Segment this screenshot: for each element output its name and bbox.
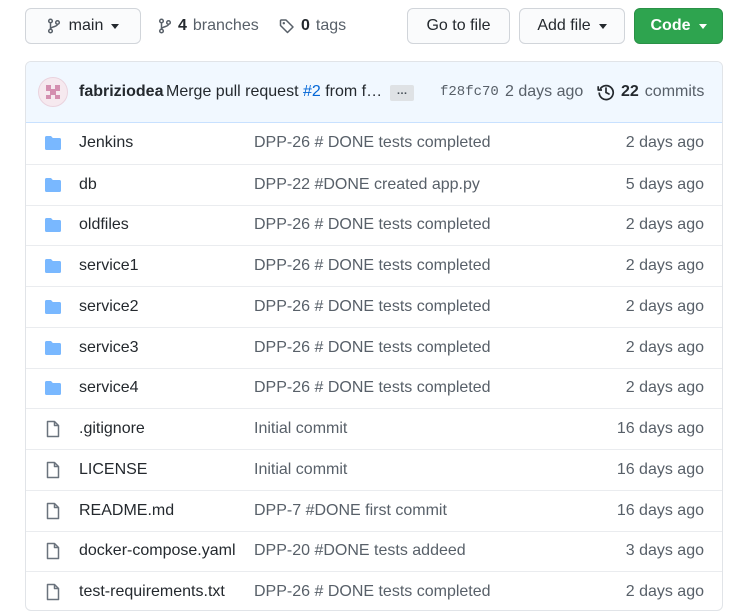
commit-message-suffix: from f… xyxy=(320,83,383,100)
branch-label: main xyxy=(68,17,104,34)
file-commit-message[interactable]: Initial commit xyxy=(254,420,347,438)
file-commit-message[interactable]: DPP-26 # DONE tests completed xyxy=(254,298,491,316)
file-commit-message[interactable]: DPP-26 # DONE tests completed xyxy=(254,134,491,152)
folder-icon xyxy=(45,299,61,314)
file-name-link[interactable]: oldfiles xyxy=(79,216,129,234)
file-commit-age: 16 days ago xyxy=(616,420,704,438)
tag-icon xyxy=(279,19,294,34)
chevron-down-icon xyxy=(598,23,607,29)
file-name-link[interactable]: db xyxy=(79,176,97,194)
identicon-icon xyxy=(46,85,60,99)
commit-sha[interactable]: f28fc70 xyxy=(440,84,499,100)
folder-icon xyxy=(45,340,61,355)
file-name-link[interactable]: README.md xyxy=(79,502,174,520)
file-row[interactable]: service3 DPP-26 # DONE tests completed 2 d… xyxy=(26,326,722,368)
file-commit-age: 2 days ago xyxy=(625,257,704,275)
file-browser: fabriziodea Merge pull request #2 from f… xyxy=(25,61,723,611)
file-row[interactable]: oldfiles DPP-26 # DONE tests completed 2 d… xyxy=(26,204,722,246)
commits-count: 22 xyxy=(621,83,639,100)
file-name-link[interactable]: test-requirements.txt xyxy=(79,583,225,601)
file-commit-age: 2 days ago xyxy=(625,583,704,601)
file-name-link[interactable]: service2 xyxy=(79,298,139,316)
file-list: Jenkins DPP-26 # DONE tests completed 2 da… xyxy=(26,123,722,610)
commits-label: commits xyxy=(644,83,705,100)
tags-label: tags xyxy=(315,17,347,34)
file-row[interactable]: Jenkins DPP-26 # DONE tests completed 2 da… xyxy=(26,123,722,164)
file-commit-message[interactable]: DPP-22 #DONE created app.py xyxy=(254,176,480,194)
branch-select-button[interactable]: main xyxy=(25,8,141,44)
file-row[interactable]: service1 DPP-26 # DONE tests completed 2 d… xyxy=(26,245,722,286)
tags-count: 0 xyxy=(301,17,310,34)
file-row[interactable]: docker-compose.yaml DPP-20 #DONE tests ad… xyxy=(26,530,722,572)
folder-icon xyxy=(45,136,61,151)
file-name-link[interactable]: service4 xyxy=(79,379,139,397)
file-icon xyxy=(46,502,60,519)
history-icon xyxy=(597,84,614,101)
commit-time: 2 days ago xyxy=(505,83,584,100)
pull-request-link[interactable]: #2 xyxy=(303,83,321,100)
file-commit-message[interactable]: DPP-26 # DONE tests completed xyxy=(254,339,491,357)
file-icon xyxy=(46,420,60,438)
file-commit-message[interactable]: DPP-26 # DONE tests completed xyxy=(254,379,491,397)
file-name-link[interactable]: service1 xyxy=(79,257,139,275)
commits-link[interactable]: 22 commits xyxy=(597,83,704,101)
code-button[interactable]: Code xyxy=(634,8,723,44)
file-row[interactable]: service2 DPP-26 # DONE tests completed 2 d… xyxy=(26,286,722,327)
file-name-link[interactable]: service3 xyxy=(79,339,139,357)
file-commit-age: 16 days ago xyxy=(616,460,704,478)
file-name-link[interactable]: Jenkins xyxy=(79,134,133,152)
file-commit-message[interactable]: DPP-26 # DONE tests completed xyxy=(254,216,491,234)
add-file-label: Add file xyxy=(537,17,591,34)
commit-author[interactable]: fabriziodea xyxy=(79,83,163,101)
file-row[interactable]: test-requirements.txt DPP-26 # DONE tests… xyxy=(26,571,722,610)
code-label: Code xyxy=(650,17,691,34)
git-branch-icon xyxy=(47,18,60,34)
chevron-down-icon xyxy=(111,23,120,29)
folder-icon xyxy=(45,381,61,396)
file-name-link[interactable]: LICENSE xyxy=(79,461,147,479)
file-commit-message[interactable]: DPP-26 # DONE tests completed xyxy=(254,583,491,601)
repo-toolbar: main 4 branches 0 tags Go to file Add fi… xyxy=(0,0,733,52)
branches-link[interactable]: 4 branches xyxy=(158,8,259,44)
file-name-link[interactable]: docker-compose.yaml xyxy=(79,542,236,560)
expand-message-button[interactable]: … xyxy=(390,85,414,101)
add-file-button[interactable]: Add file xyxy=(519,8,625,44)
branches-label: branches xyxy=(192,17,259,34)
file-row[interactable]: README.md DPP-7 #DONE first commit 16 days… xyxy=(26,489,722,531)
file-commit-age: 2 days ago xyxy=(625,134,704,152)
folder-icon xyxy=(45,177,61,192)
file-row[interactable]: service4 DPP-26 # DONE tests completed 2 d… xyxy=(26,367,722,409)
file-commit-age: 16 days ago xyxy=(616,501,704,519)
commit-message-prefix: Merge pull request xyxy=(166,83,303,100)
file-row[interactable]: db DPP-22 #DONE created app.py 5 days ago xyxy=(26,163,722,205)
file-row[interactable]: .gitignore Initial commit 16 days ago xyxy=(26,408,722,449)
chevron-down-icon xyxy=(698,23,707,29)
file-commit-message[interactable]: DPP-20 #DONE tests addeed xyxy=(254,542,466,560)
commit-message[interactable]: Merge pull request #2 from f… xyxy=(166,83,382,101)
file-icon xyxy=(46,583,60,601)
tags-link[interactable]: 0 tags xyxy=(279,8,346,44)
file-commit-message[interactable]: Initial commit xyxy=(254,461,347,479)
branches-count: 4 xyxy=(178,17,187,34)
folder-icon xyxy=(45,218,61,233)
file-icon xyxy=(46,543,60,560)
file-name-link[interactable]: .gitignore xyxy=(79,420,145,438)
file-commit-age: 2 days ago xyxy=(625,297,704,315)
avatar[interactable] xyxy=(38,77,68,107)
file-commit-age: 2 days ago xyxy=(625,338,704,356)
file-commit-age: 5 days ago xyxy=(625,175,704,193)
folder-icon xyxy=(45,259,61,274)
go-to-file-button[interactable]: Go to file xyxy=(407,8,510,44)
file-icon xyxy=(46,461,60,479)
file-commit-message[interactable]: DPP-26 # DONE tests completed xyxy=(254,257,491,275)
file-commit-message[interactable]: DPP-7 #DONE first commit xyxy=(254,502,447,520)
latest-commit-bar: fabriziodea Merge pull request #2 from f… xyxy=(26,62,722,123)
file-commit-age: 3 days ago xyxy=(625,542,704,560)
file-commit-age: 2 days ago xyxy=(625,379,704,397)
file-row[interactable]: LICENSE Initial commit 16 days ago xyxy=(26,449,722,490)
file-commit-age: 2 days ago xyxy=(625,216,704,234)
git-branch-icon xyxy=(158,18,172,34)
